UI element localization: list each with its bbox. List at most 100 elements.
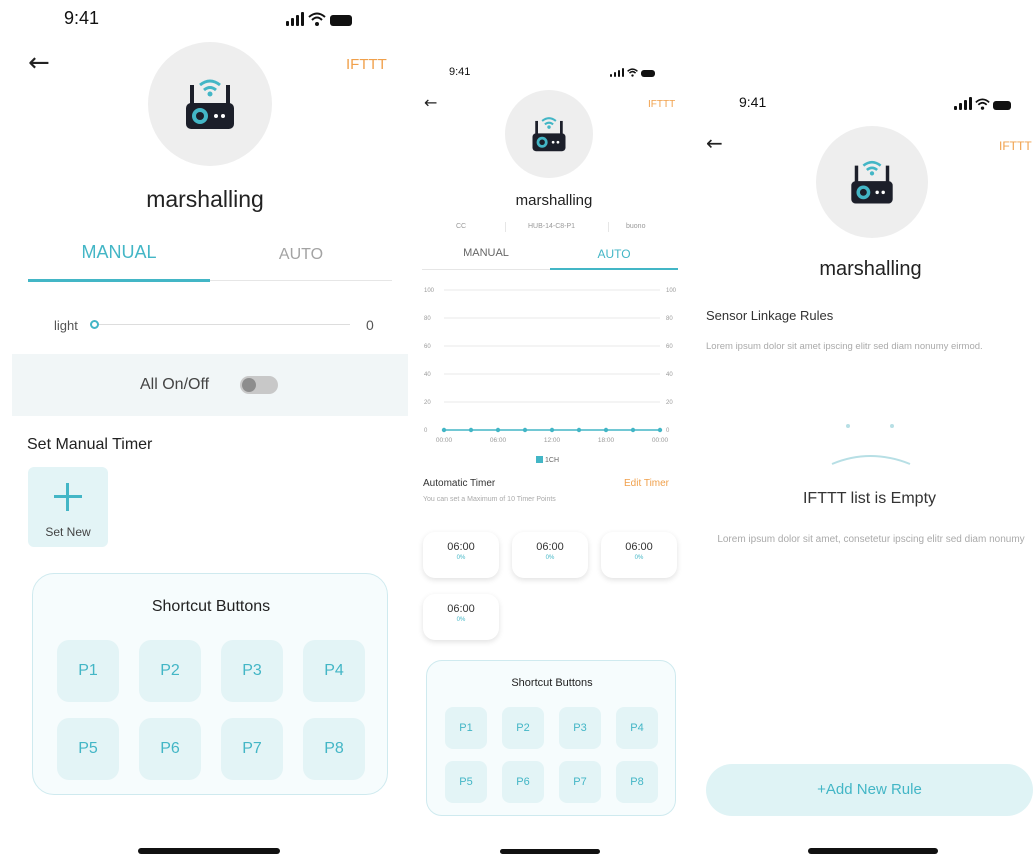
light-value: 0 bbox=[366, 317, 374, 333]
tab-active-indicator bbox=[28, 279, 210, 282]
light-slider-thumb[interactable] bbox=[90, 320, 99, 329]
data-point bbox=[603, 427, 609, 433]
shortcut-button-p4[interactable]: P4 bbox=[616, 707, 658, 749]
toggle-knob bbox=[242, 378, 256, 392]
shortcut-button-p8[interactable]: P8 bbox=[616, 761, 658, 803]
data-point bbox=[549, 427, 555, 433]
timer-card[interactable]: 06:00 0% bbox=[423, 594, 499, 640]
timer-time: 06:00 bbox=[447, 603, 475, 615]
back-arrow-icon[interactable]: ← bbox=[706, 133, 723, 153]
timer-time: 06:00 bbox=[447, 541, 475, 553]
battery-icon bbox=[993, 101, 1011, 110]
tab-manual[interactable]: MANUAL bbox=[28, 242, 210, 263]
set-new-button[interactable]: Set New bbox=[28, 467, 108, 547]
device-avatar bbox=[148, 42, 272, 166]
data-point bbox=[468, 427, 474, 433]
y-tick-label-left: 20 bbox=[424, 400, 431, 406]
auto-chart: 0 0 20 20 40 40 60 60 80 80 100 100 00:00 06:00 12:00 1… bbox=[424, 288, 677, 464]
shortcut-title: Shortcut Buttons bbox=[151, 598, 271, 615]
all-onoff-toggle[interactable] bbox=[240, 376, 278, 394]
info-separator bbox=[608, 222, 609, 232]
shortcut-button-p3[interactable]: P3 bbox=[559, 707, 601, 749]
tab-manual[interactable]: MANUAL bbox=[422, 247, 550, 259]
shortcut-button-p2[interactable]: P2 bbox=[502, 707, 544, 749]
signal-icon bbox=[286, 12, 304, 26]
screen-auto: 9:41 ← IFTTT marshalling CC HUB-14-C8-P1… bbox=[412, 0, 696, 854]
signal-icon bbox=[610, 68, 624, 77]
tab-auto[interactable]: AUTO bbox=[550, 247, 678, 261]
tab-auto[interactable]: AUTO bbox=[210, 246, 392, 264]
data-point bbox=[630, 427, 636, 433]
automatic-timer-subtitle: You can set a Maximum of 10 Timer Points bbox=[423, 496, 556, 503]
data-point bbox=[522, 427, 528, 433]
device-name: marshalling bbox=[146, 186, 264, 212]
y-tick-label-left: 40 bbox=[424, 372, 431, 378]
battery-icon bbox=[641, 70, 655, 77]
shortcut-button-p6[interactable]: P6 bbox=[502, 761, 544, 803]
y-tick-label-right: 20 bbox=[666, 400, 673, 406]
home-indicator[interactable] bbox=[138, 848, 280, 854]
sad-face-icon bbox=[831, 424, 911, 465]
x-tick-label: 12:00 bbox=[544, 437, 561, 444]
shortcut-button-p7[interactable]: P7 bbox=[559, 761, 601, 803]
device-info-id: HUB-14-C8-P1 bbox=[528, 223, 576, 230]
shortcut-panel: Shortcut Buttons P1 P2 P3 P4 P5 P6 P7 P8 bbox=[32, 573, 388, 795]
data-point bbox=[495, 427, 501, 433]
timer-time: 06:00 bbox=[625, 541, 653, 553]
x-tick-label: 00:00 bbox=[652, 437, 669, 444]
shortcut-button-p1[interactable]: P1 bbox=[445, 707, 487, 749]
ifttt-link[interactable]: IFTTT bbox=[999, 139, 1032, 153]
status-time: 9:41 bbox=[739, 94, 767, 110]
shortcut-button-p7[interactable]: P7 bbox=[221, 718, 283, 780]
shortcut-button-p3[interactable]: P3 bbox=[221, 640, 283, 702]
back-arrow-icon[interactable]: ← bbox=[424, 95, 437, 111]
data-point bbox=[441, 427, 447, 433]
shortcut-button-p4[interactable]: P4 bbox=[303, 640, 365, 702]
y-tick-label-right: 40 bbox=[666, 372, 673, 378]
timer-card[interactable]: 06:00 0% bbox=[512, 532, 588, 578]
light-slider-track bbox=[96, 324, 350, 325]
automatic-timer-title: Automatic Timer bbox=[423, 478, 496, 489]
timer-percent: 0% bbox=[456, 617, 466, 623]
signal-icon bbox=[954, 97, 972, 110]
router-icon bbox=[851, 160, 893, 204]
add-new-rule-button[interactable]: +Add New Rule bbox=[706, 764, 1033, 816]
y-tick-label-right: 100 bbox=[666, 288, 677, 294]
light-slider[interactable] bbox=[90, 318, 352, 332]
x-tick-label: 06:00 bbox=[490, 437, 507, 444]
timer-card[interactable]: 06:00 0% bbox=[601, 532, 677, 578]
device-avatar bbox=[816, 126, 928, 238]
empty-state-title: IFTTT list is Empty bbox=[802, 490, 937, 507]
back-arrow-icon[interactable]: ← bbox=[28, 50, 50, 76]
shortcut-button-p5[interactable]: P5 bbox=[445, 761, 487, 803]
home-indicator[interactable] bbox=[500, 849, 600, 854]
y-tick-label-right: 80 bbox=[666, 316, 673, 322]
manual-timer-title: Set Manual Timer bbox=[27, 436, 153, 453]
wifi-icon bbox=[627, 68, 638, 77]
all-onoff-row bbox=[12, 354, 408, 416]
tab-active-indicator bbox=[550, 268, 678, 270]
home-indicator[interactable] bbox=[808, 848, 938, 854]
wifi-icon bbox=[308, 12, 326, 26]
shortcut-button-p2[interactable]: P2 bbox=[139, 640, 201, 702]
x-tick-label: 00:00 bbox=[436, 437, 453, 444]
empty-state-description: Lorem ipsum dolor sit amet, consetetur i… bbox=[717, 534, 1025, 545]
light-label: light bbox=[54, 318, 78, 333]
shortcut-button-p5[interactable]: P5 bbox=[57, 718, 119, 780]
status-time: 9:41 bbox=[449, 66, 471, 78]
shortcut-button-p6[interactable]: P6 bbox=[139, 718, 201, 780]
status-icons bbox=[286, 12, 352, 26]
status-time: 9:41 bbox=[64, 8, 100, 28]
ifttt-link[interactable]: IFTTT bbox=[648, 99, 675, 110]
screen-manual: 9:41 ← IFTTT marshalling MANUAL AUTO lig… bbox=[0, 0, 410, 854]
set-new-label: Set New bbox=[45, 525, 91, 539]
timer-percent: 0% bbox=[456, 555, 466, 561]
timer-card[interactable]: 06:00 0% bbox=[423, 532, 499, 578]
ifttt-link[interactable]: IFTTT bbox=[346, 56, 387, 73]
y-tick-label-left: 80 bbox=[424, 316, 431, 322]
edit-timer-link[interactable]: Edit Timer bbox=[624, 478, 669, 489]
sensor-rules-description: Lorem ipsum dolor sit amet ipscing elitr… bbox=[706, 341, 983, 352]
shortcut-button-p1[interactable]: P1 bbox=[57, 640, 119, 702]
router-icon bbox=[532, 117, 566, 152]
shortcut-button-p8[interactable]: P8 bbox=[303, 718, 365, 780]
